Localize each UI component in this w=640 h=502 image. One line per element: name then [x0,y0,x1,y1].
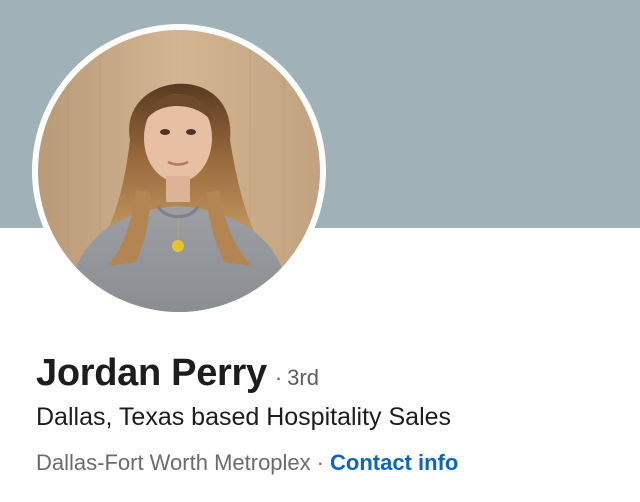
profile-name: Jordan Perry [36,352,267,394]
contact-info-link[interactable]: Contact info [330,450,458,475]
degree-separator: · [274,365,283,390]
profile-location: Dallas-Fort Worth Metroplex [36,450,311,475]
location-separator: · [316,450,324,475]
profile-headline: Dallas, Texas based Hospitality Sales [36,403,452,431]
profile-card: Jordan Perry · 3rd Dallas, Texas based H… [0,0,640,502]
connection-degree: 3rd [287,365,319,390]
avatar-ring [32,24,326,318]
location-row: Dallas-Fort Worth Metroplex · Contact info [36,450,626,476]
avatar[interactable] [38,30,320,312]
name-row: Jordan Perry · 3rd [36,352,626,395]
profile-identity: Jordan Perry · 3rd Dallas, Texas based H… [36,352,626,476]
